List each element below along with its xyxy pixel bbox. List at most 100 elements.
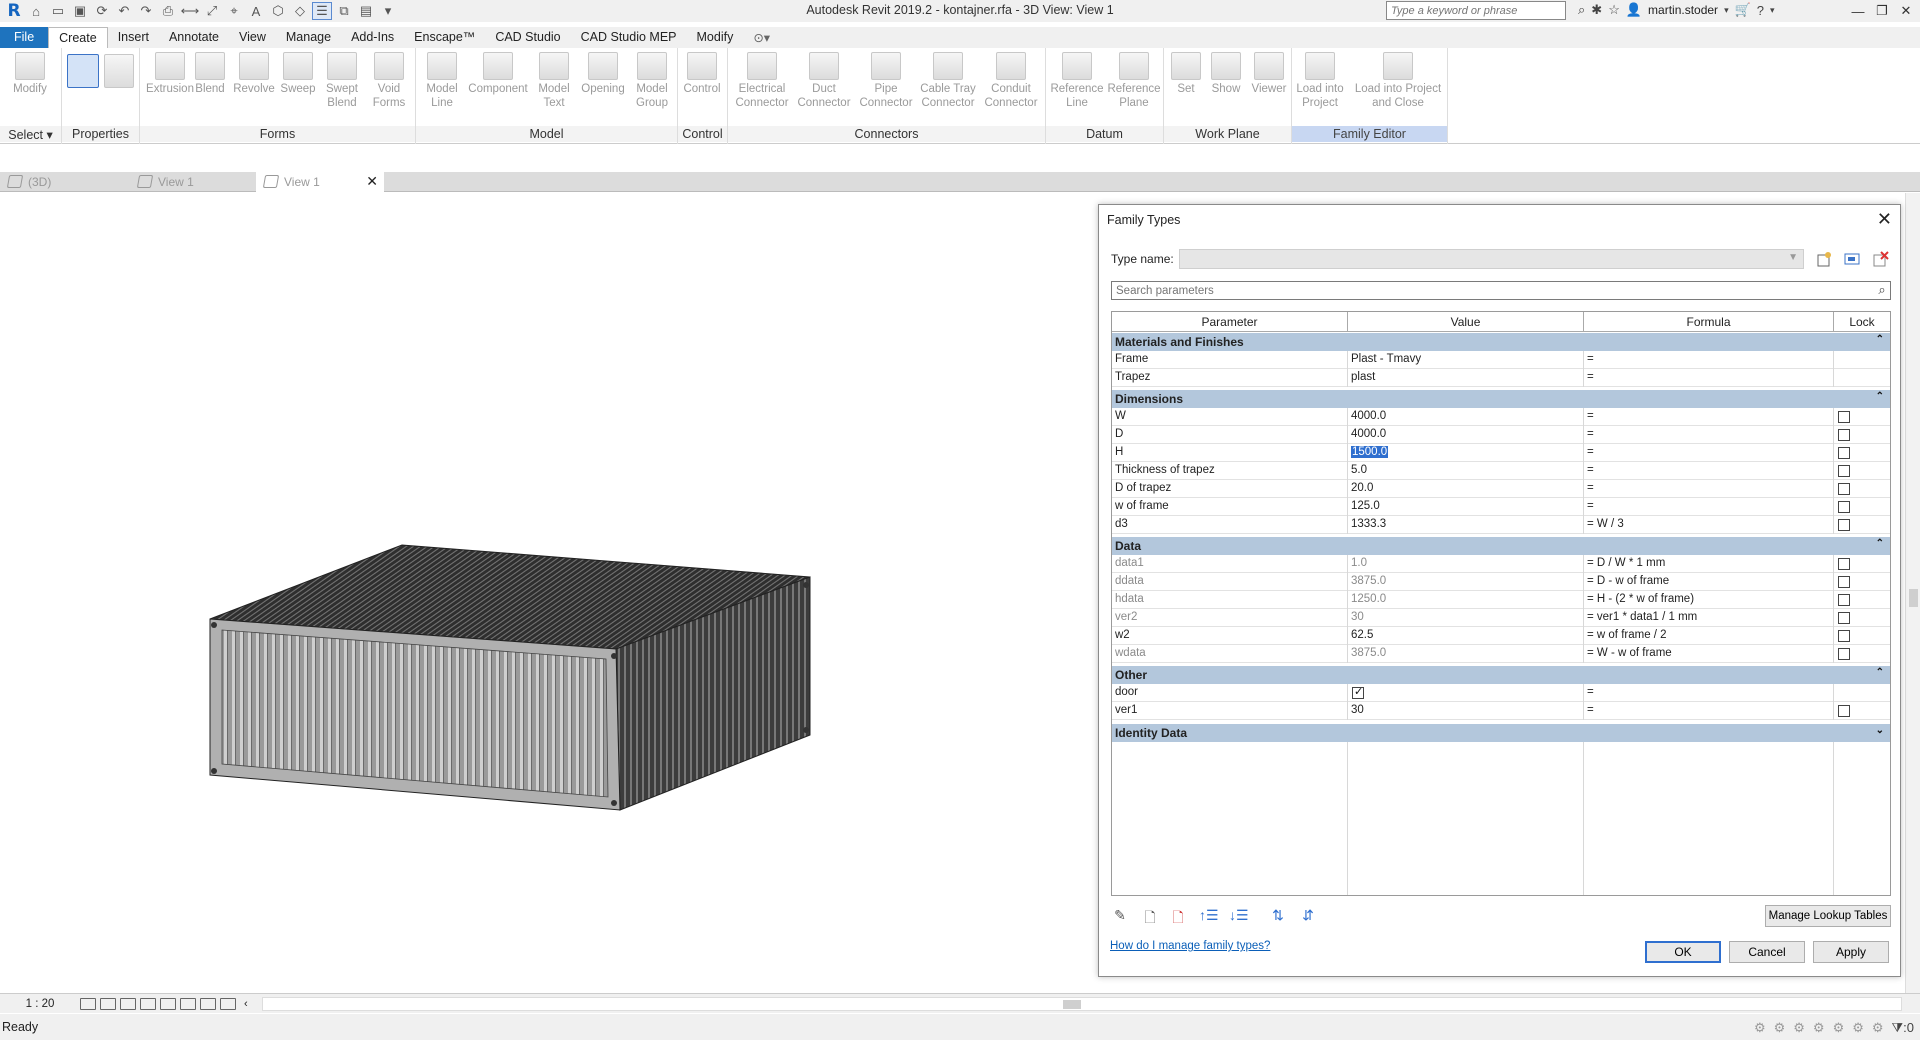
measure-icon[interactable]: ⟷: [180, 2, 200, 20]
group-header[interactable]: Materials and Finishes ⌃: [1112, 333, 1890, 351]
tab-manage[interactable]: Manage: [276, 27, 341, 48]
3d-view-icon[interactable]: ⬡: [268, 2, 288, 20]
lock-checkbox[interactable]: [1838, 612, 1850, 624]
binoculars-icon[interactable]: ⌕: [1578, 2, 1585, 18]
open-icon[interactable]: ▭: [48, 2, 68, 20]
param-formula[interactable]: = W / 3: [1584, 516, 1834, 534]
thin-lines-icon[interactable]: ☰: [312, 2, 332, 20]
param-formula[interactable]: = D / W * 1 mm: [1584, 555, 1834, 573]
sync-icon[interactable]: ⟳: [92, 2, 112, 20]
worksets-icon[interactable]: ⚙: [1754, 1020, 1766, 1036]
group-header[interactable]: Dimensions ⌃: [1112, 390, 1890, 408]
print-icon[interactable]: ⎙: [158, 2, 178, 20]
drag-elements-icon[interactable]: ⚙: [1872, 1020, 1884, 1036]
view-scale[interactable]: 1 : 20: [0, 998, 80, 1010]
model-text-tool[interactable]: Model Text: [532, 52, 576, 110]
customize-qat-icon[interactable]: ▾: [378, 2, 398, 20]
param-value[interactable]: 62.5: [1348, 627, 1584, 645]
sun-path-icon[interactable]: [120, 997, 136, 1010]
electrical-connector-tool[interactable]: Electrical Connector: [732, 52, 792, 110]
new-parameter-icon[interactable]: 🗋: [1141, 907, 1159, 925]
chevron-down-icon[interactable]: ▾: [1770, 5, 1775, 16]
door-checkbox[interactable]: [1352, 685, 1364, 699]
extrusion-tool[interactable]: Extrusion: [144, 52, 196, 96]
tab-annotate[interactable]: Annotate: [159, 27, 229, 48]
rename-type-icon[interactable]: [1843, 250, 1861, 268]
param-value[interactable]: 4000.0: [1348, 426, 1584, 444]
lock-checkbox[interactable]: [1838, 411, 1850, 423]
param-formula[interactable]: =: [1584, 444, 1834, 462]
param-formula[interactable]: = ver1 * data1 / 1 mm: [1584, 609, 1834, 627]
family-types-tool[interactable]: [66, 54, 100, 90]
column-header-lock[interactable]: Lock: [1834, 312, 1890, 332]
tab-cad-studio-mep[interactable]: CAD Studio MEP: [571, 27, 687, 48]
select-underlay-icon[interactable]: ⚙: [1813, 1020, 1825, 1036]
section-icon[interactable]: ◇: [290, 2, 310, 20]
show-tool[interactable]: Show: [1206, 52, 1246, 96]
model-line-tool[interactable]: Model Line: [420, 52, 464, 110]
lock-checkbox[interactable]: [1838, 465, 1850, 477]
cancel-button[interactable]: Cancel: [1729, 941, 1805, 963]
param-formula[interactable]: =: [1584, 426, 1834, 444]
reveal-hidden-icon[interactable]: [220, 997, 236, 1010]
set-tool[interactable]: Set: [1168, 52, 1204, 96]
reference-line-tool[interactable]: Reference Line: [1050, 52, 1104, 110]
lock-checkbox[interactable]: [1838, 648, 1850, 660]
shadows-icon[interactable]: [140, 997, 156, 1010]
family-category-tool[interactable]: [102, 54, 136, 90]
user-icon[interactable]: 👤: [1626, 2, 1642, 18]
ok-button[interactable]: OK: [1645, 941, 1721, 963]
ribbon-toggle-icon[interactable]: ⊙▾: [743, 27, 780, 48]
blend-tool[interactable]: Blend: [190, 52, 230, 96]
load-into-project-tool[interactable]: Load into Project: [1292, 52, 1348, 110]
lock-checkbox[interactable]: [1838, 558, 1850, 570]
collapse-icon[interactable]: ⌃: [1876, 334, 1884, 345]
param-formula[interactable]: =: [1584, 369, 1834, 387]
param-value-selected[interactable]: 1500.0: [1348, 444, 1584, 462]
collapse-icon[interactable]: ⌃: [1876, 538, 1884, 549]
chevron-left-icon[interactable]: ‹: [244, 998, 248, 1010]
tab-modify[interactable]: Modify: [687, 27, 744, 48]
rendering-icon[interactable]: [160, 997, 176, 1010]
save-icon[interactable]: ▣: [70, 2, 90, 20]
selected-value[interactable]: 1500.0: [1351, 446, 1389, 458]
param-formula[interactable]: = w of frame / 2: [1584, 627, 1834, 645]
chevron-down-icon[interactable]: ▾: [1724, 5, 1729, 16]
tab-view[interactable]: View: [229, 27, 276, 48]
load-into-project-close-tool[interactable]: Load into Project and Close: [1350, 52, 1446, 110]
param-value[interactable]: 4000.0: [1348, 408, 1584, 426]
scroll-thumb[interactable]: [1063, 1000, 1081, 1009]
modify-tool[interactable]: Modify: [4, 52, 56, 96]
search-input[interactable]: [1386, 1, 1566, 20]
revit-logo-icon[interactable]: R: [4, 1, 24, 21]
param-formula[interactable]: =: [1584, 702, 1834, 720]
tab-file[interactable]: File: [0, 27, 49, 48]
cable-tray-connector-tool[interactable]: Cable Tray Connector: [918, 52, 978, 110]
model-group-tool[interactable]: Model Group: [628, 52, 676, 110]
apply-button[interactable]: Apply: [1813, 941, 1889, 963]
select-links-icon[interactable]: ⚙: [1793, 1020, 1805, 1036]
text-icon[interactable]: A: [246, 2, 266, 20]
group-header[interactable]: Identity Data ⌄: [1112, 724, 1890, 742]
column-header-formula[interactable]: Formula: [1584, 312, 1834, 332]
lock-checkbox[interactable]: [1838, 483, 1850, 495]
tab-create[interactable]: Create: [48, 27, 108, 48]
param-formula[interactable]: =: [1584, 408, 1834, 426]
param-formula[interactable]: =: [1584, 480, 1834, 498]
type-name-select[interactable]: ▼: [1179, 249, 1804, 269]
view-tab-3d[interactable]: (3D): [0, 172, 130, 192]
close-tab-icon[interactable]: ✕: [366, 173, 378, 190]
redo-icon[interactable]: ↷: [136, 2, 156, 20]
pipe-connector-tool[interactable]: Pipe Connector: [856, 52, 916, 110]
help-link[interactable]: How do I manage family types?: [1110, 940, 1270, 952]
delete-type-icon[interactable]: [1871, 250, 1889, 268]
param-formula[interactable]: =: [1584, 462, 1834, 480]
param-value[interactable]: plast: [1348, 369, 1584, 387]
lock-checkbox[interactable]: [1838, 576, 1850, 588]
tab-insert[interactable]: Insert: [108, 27, 159, 48]
opening-tool[interactable]: Opening: [578, 52, 628, 96]
param-value[interactable]: Plast - Tmavy: [1348, 351, 1584, 369]
control-tool[interactable]: Control: [678, 52, 726, 96]
lock-checkbox[interactable]: [1838, 501, 1850, 513]
tab-cad-studio[interactable]: CAD Studio: [485, 27, 570, 48]
